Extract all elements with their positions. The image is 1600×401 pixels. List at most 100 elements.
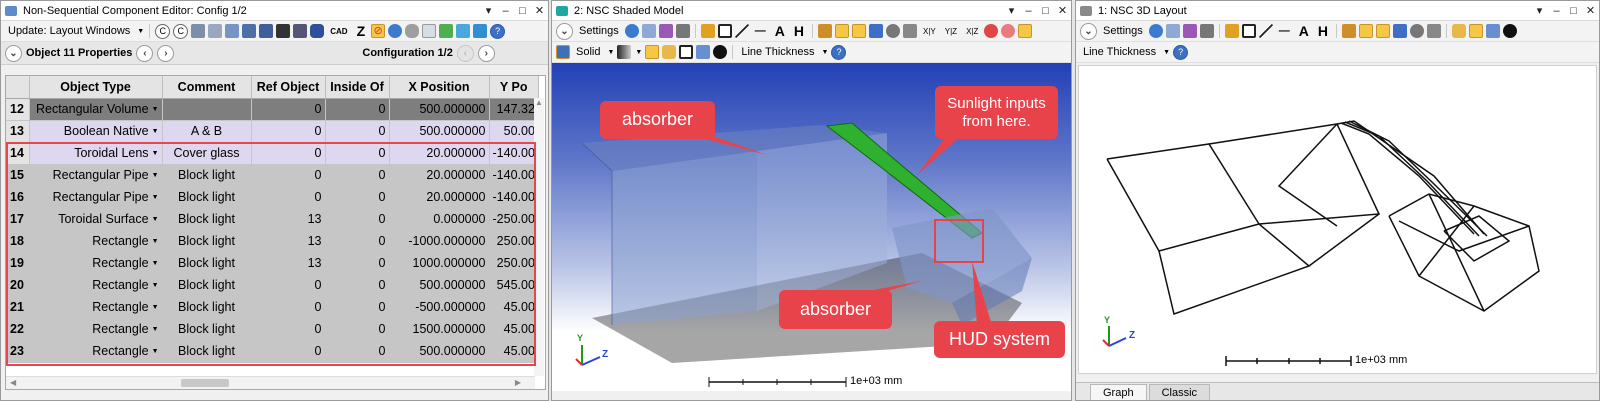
z-dropdown[interactable]: Z [357,23,366,39]
layout-viewport[interactable]: Y Z 1e+03 mm [1078,65,1597,374]
copy-icon[interactable] [1165,24,1180,38]
minimize-icon[interactable]: – [1548,5,1565,17]
toggle-icon[interactable] [405,24,420,38]
line-thickness-dropdown[interactable]: Line Thickness [741,46,814,58]
object-type-dropdown-icon[interactable]: ▼ [152,216,159,223]
save-icon[interactable] [658,24,673,38]
comment-cell[interactable]: Block light [162,296,252,319]
column-header[interactable]: Inside Of [325,76,390,99]
scroll-right-icon[interactable]: ▶ [515,378,521,387]
column-header[interactable]: X Position [389,76,490,99]
maximize-icon[interactable]: □ [1037,5,1054,17]
inside-of-cell[interactable]: 0 [325,230,390,253]
comment-cell[interactable] [162,98,252,121]
comment-cell[interactable]: Cover glass [162,142,252,165]
ref-object-cell[interactable]: 0 [251,186,326,209]
table-row[interactable]: 19 Rectangle ▼ Block light 13 0 1000.000000 250… [6,252,539,275]
x-position-cell[interactable]: 500.000000 [389,120,490,143]
ref-object-cell[interactable]: 0 [251,318,326,341]
comment-cell[interactable]: Block light [162,208,252,231]
inside-of-cell[interactable]: 0 [325,296,390,319]
model-icon[interactable] [556,45,570,59]
shaded-view-icon[interactable] [242,24,257,38]
comment-cell[interactable]: Block light [162,252,252,275]
line-icon[interactable] [734,24,749,38]
move-icon[interactable] [1393,24,1407,38]
column-header[interactable]: Object Type [29,76,163,99]
scroll-up-icon[interactable]: ▲ [535,98,543,107]
rectangle-icon[interactable] [717,24,732,38]
object-type-cell[interactable]: Rectangular Pipe ▼ [29,186,163,209]
y-position-cell[interactable]: 45.00 [489,296,539,319]
y-position-cell[interactable]: 250.00 [489,230,539,253]
help-icon[interactable]: ? [1173,44,1189,60]
comment-cell[interactable]: Block light [162,274,252,297]
x-position-cell[interactable]: 0.000000 [389,208,490,231]
dimension-icon[interactable]: H [1318,23,1328,39]
y-position-cell[interactable]: 45.00 [489,340,539,363]
object-type-dropdown-icon[interactable]: ▼ [152,194,159,201]
arrow-right-icon[interactable] [473,24,488,38]
camera-icon[interactable] [1376,24,1390,38]
swap-icon[interactable] [439,24,454,38]
ref-object-cell[interactable]: 13 [251,208,326,231]
x-position-cell[interactable]: 500.000000 [389,340,490,363]
object-type-cell[interactable]: Toroidal Surface ▼ [29,208,163,231]
ref-object-cell[interactable]: 0 [251,296,326,319]
window-menu-dropdown-icon[interactable]: ▾ [1531,4,1548,17]
line-icon[interactable] [1258,24,1273,38]
print-icon[interactable] [675,24,690,38]
table-row[interactable]: 14 Toroidal Lens ▼ Cover glass 0 0 20.000000 -1… [6,142,539,165]
zoom-icon[interactable] [886,24,900,38]
close-icon[interactable]: ✕ [1054,4,1071,17]
shaded-viewport[interactable]: Y Z 1e+03 mm absorber Sunlight inputs fr… [552,63,1071,391]
inside-of-cell[interactable]: 0 [325,252,390,275]
inside-of-cell[interactable]: 0 [325,98,390,121]
inside-of-cell[interactable]: 0 [325,274,390,297]
pencil-icon[interactable] [700,24,715,38]
power-icon[interactable] [1503,24,1517,38]
maximize-icon[interactable]: □ [514,5,531,17]
refresh-icon[interactable] [624,24,639,38]
print-icon[interactable] [1199,24,1214,38]
window-menu-dropdown-icon[interactable]: ▾ [480,4,497,17]
x-position-cell[interactable]: -1000.000000 [389,230,490,253]
inside-of-cell[interactable]: 0 [325,186,390,209]
reload-icon[interactable]: C [155,23,171,39]
object-type-dropdown-icon[interactable]: ▼ [152,128,159,135]
column-header[interactable]: Ref Object [251,76,326,99]
wand-icon[interactable] [645,45,660,59]
object-type-cell[interactable]: Toroidal Lens ▼ [29,142,163,165]
column-header[interactable]: Comment [162,76,252,99]
inside-of-cell[interactable]: 0 [325,120,390,143]
table-row[interactable]: 21 Rectangle ▼ Block light 0 0 -500.000000 45.0… [6,296,539,319]
solid-dropdown[interactable]: Solid [576,46,600,58]
power-icon[interactable] [713,45,728,59]
close-icon[interactable]: ✕ [1582,4,1599,17]
y-position-cell[interactable]: -250.00 [489,208,539,231]
object-type-cell[interactable]: Rectangle ▼ [29,340,163,363]
y-position-cell[interactable]: 50.00 [489,120,539,143]
ref-object-cell[interactable]: 0 [251,274,326,297]
delete-object-icon[interactable] [208,24,223,38]
copy-icon[interactable] [641,24,656,38]
rotate-axes-icon[interactable] [1359,24,1373,38]
shading-icon[interactable] [617,45,632,59]
settings-expand-icon[interactable]: ⌄ [556,22,573,40]
layout-titlebar[interactable]: 1: NSC 3D Layout ▾ – □ ✕ [1076,1,1599,21]
x-position-cell[interactable]: 500.000000 [389,98,490,121]
x-position-cell[interactable]: 1000.000000 [389,252,490,275]
object-type-cell[interactable]: Rectangle ▼ [29,252,163,275]
ref-object-cell[interactable]: 0 [251,164,326,187]
camera-icon[interactable] [852,24,866,38]
object-type-cell[interactable]: Boolean Native ▼ [29,120,163,143]
horizontal-scroll-thumb[interactable] [181,379,229,387]
object-type-cell[interactable]: Rectangle ▼ [29,296,163,319]
y-position-cell[interactable]: 545.00 [489,274,539,297]
inside-of-cell[interactable]: 0 [325,164,390,187]
inside-of-cell[interactable]: 0 [325,318,390,341]
ignore-object-icon[interactable]: ⊘ [371,24,386,38]
table-row[interactable]: 20 Rectangle ▼ Block light 0 0 500.000000 545.0… [6,274,539,297]
object-type-cell[interactable]: Rectangular Volume ▼ [29,98,163,121]
object-type-dropdown-icon[interactable]: ▼ [152,150,159,157]
